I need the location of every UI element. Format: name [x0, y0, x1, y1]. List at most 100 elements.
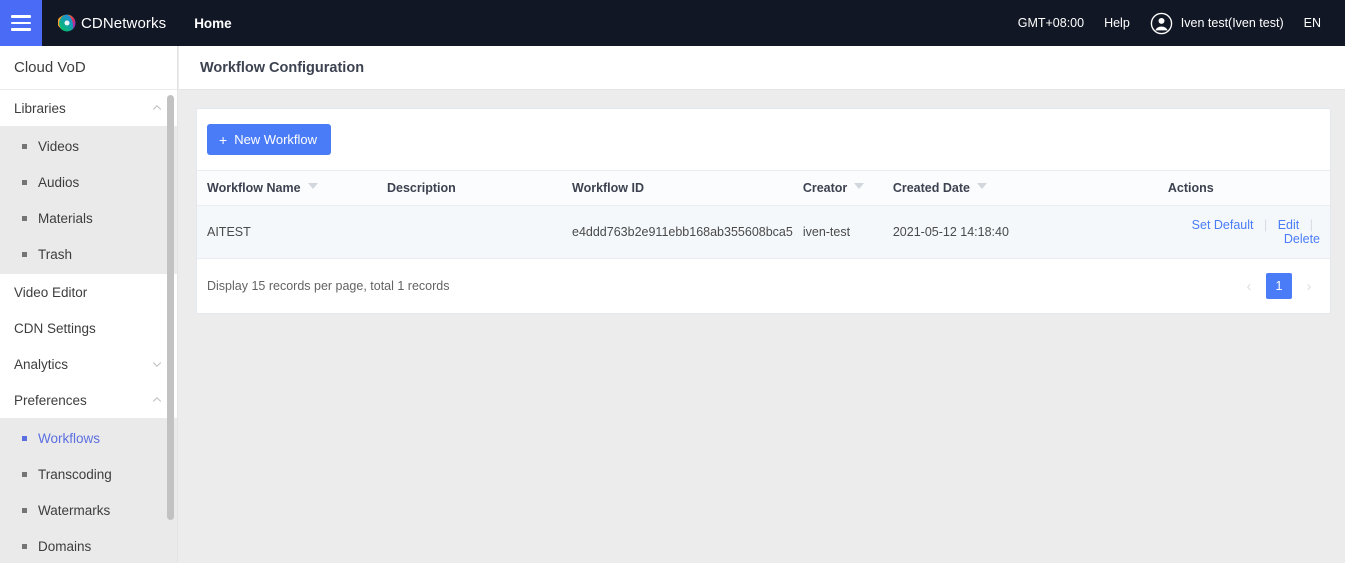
pagination: ‹ 1 › [1238, 273, 1320, 299]
sidebar-item-label: Audios [38, 174, 80, 190]
brand-name: CDNetworks [81, 14, 167, 32]
chevron-up-icon [152, 105, 162, 110]
column-label: Workflow ID [572, 181, 644, 195]
cell-creator: iven-test [792, 205, 883, 259]
user-account-menu[interactable]: Iven test(Iven test) [1140, 12, 1294, 35]
chevron-up-icon [152, 397, 162, 402]
card-footer: Display 15 records per page, total 1 rec… [197, 259, 1330, 313]
bullet-icon [22, 179, 27, 185]
sidebar-item-label: Videos [38, 138, 80, 154]
cell-created-date: 2021-05-12 14:18:40 [882, 205, 1158, 259]
sidebar-group-preferences[interactable]: Preferences [0, 382, 177, 418]
sidebar-item-workflows[interactable]: Workflows [0, 420, 177, 456]
sidebar-group-libraries[interactable]: Libraries [0, 90, 177, 126]
timezone-selector[interactable]: GMT+08:00 [1008, 16, 1094, 30]
sidebar-item-label: Workflows [38, 430, 101, 446]
new-workflow-button[interactable]: + New Workflow [207, 124, 332, 155]
bullet-icon [22, 507, 27, 513]
sidebar-item-materials[interactable]: Materials [0, 200, 177, 236]
app-root: CDNetworks Home GMT+08:00 Help Iven test… [0, 0, 1345, 563]
sidebar-item-label: Domains [38, 538, 92, 554]
sidebar-item-label: Materials [38, 210, 93, 226]
plus-icon: + [219, 131, 228, 148]
main-content: Workflow Configuration + New Workflow Wo… [179, 46, 1345, 563]
sidebar-item-videos[interactable]: Videos [0, 128, 177, 164]
sidebar-item-audios[interactable]: Audios [0, 164, 177, 200]
column-header-workflow-id: Workflow ID [562, 170, 793, 206]
action-separator: | [1263, 218, 1268, 232]
bullet-icon [22, 543, 27, 549]
sort-caret-icon[interactable] [854, 183, 865, 189]
column-label: Workflow Name [207, 181, 301, 195]
sidebar-menu: Libraries Videos Audios Materials Trash … [0, 90, 177, 563]
sidebar-submenu-preferences: Workflows Transcoding Watermarks Domains [0, 418, 177, 563]
brand-logo-link[interactable]: CDNetworks [58, 14, 166, 32]
page-number-button[interactable]: 1 [1266, 273, 1292, 299]
bullet-icon [22, 215, 27, 221]
sidebar-scrollbar[interactable] [167, 95, 174, 520]
sidebar-item-trash[interactable]: Trash [0, 236, 177, 272]
column-header-actions: Actions [1157, 170, 1330, 206]
sidebar-product-title: Cloud VoD [0, 46, 177, 90]
sidebar-group-label: Analytics [14, 356, 69, 372]
set-default-link[interactable]: Set Default [1192, 218, 1254, 232]
cell-actions: Set Default | Edit | Delete [1157, 205, 1330, 259]
table-header-row: Workflow Name Description Workflow ID Cr… [197, 170, 1330, 206]
page-header: Workflow Configuration [179, 46, 1345, 90]
sidebar-item-video-editor[interactable]: Video Editor [0, 274, 177, 310]
sidebar-item-cdn-settings[interactable]: CDN Settings [0, 310, 177, 346]
sidebar-item-domains[interactable]: Domains [0, 528, 177, 563]
column-header-created-date[interactable]: Created Date [882, 170, 1158, 206]
column-label: Created Date [892, 181, 970, 195]
topbar-right-group: GMT+08:00 Help Iven test(Iven test) EN [1008, 12, 1345, 35]
column-header-creator[interactable]: Creator [792, 170, 883, 206]
sidebar-submenu-libraries: Videos Audios Materials Trash [0, 126, 177, 274]
column-header-workflow-name[interactable]: Workflow Name [197, 170, 377, 206]
user-name-label: Iven test(Iven test) [1180, 16, 1284, 30]
column-header-description: Description [377, 170, 562, 206]
sidebar-group-label: Libraries [14, 100, 66, 116]
chevron-right-icon[interactable]: › [1298, 273, 1320, 299]
cell-workflow-name: AITEST [197, 205, 377, 259]
workflow-card: + New Workflow Workflow Name Description… [196, 108, 1331, 314]
sidebar-item-label: Watermarks [38, 502, 111, 518]
bullet-icon [22, 471, 27, 477]
action-separator: | [1309, 218, 1313, 232]
language-selector[interactable]: EN [1294, 16, 1331, 30]
sidebar-item-label: Transcoding [38, 466, 112, 482]
table-header: Workflow Name Description Workflow ID Cr… [197, 170, 1330, 206]
cell-workflow-id: e4ddd763b2e911ebb168ab355608bca5 [562, 205, 793, 259]
chevron-left-icon[interactable]: ‹ [1238, 273, 1260, 299]
help-link[interactable]: Help [1094, 16, 1140, 30]
sort-caret-icon[interactable] [307, 183, 318, 189]
column-label: Creator [802, 181, 848, 195]
delete-link[interactable]: Delete [1284, 232, 1320, 246]
sidebar-item-label: Trash [38, 246, 73, 262]
workflow-table: Workflow Name Description Workflow ID Cr… [197, 170, 1330, 259]
bullet-icon [22, 435, 27, 441]
sidebar: Cloud VoD Libraries Videos Audios Materi… [0, 46, 178, 563]
nav-item-home[interactable]: Home [194, 16, 232, 31]
column-label: Description [387, 181, 456, 195]
table-body: AITEST e4ddd763b2e911ebb168ab355608bca5 … [197, 205, 1330, 259]
sidebar-group-analytics[interactable]: Analytics [0, 346, 177, 382]
sort-caret-icon[interactable] [976, 183, 987, 189]
hamburger-menu-icon[interactable] [0, 0, 42, 46]
column-label: Actions [1167, 181, 1214, 195]
edit-link[interactable]: Edit [1278, 218, 1300, 232]
sidebar-item-transcoding[interactable]: Transcoding [0, 456, 177, 492]
new-workflow-label: New Workflow [234, 132, 318, 147]
cdnetworks-logo-icon [58, 14, 76, 32]
sidebar-item-watermarks[interactable]: Watermarks [0, 492, 177, 528]
chevron-down-icon [152, 362, 162, 367]
records-summary: Display 15 records per page, total 1 rec… [207, 279, 450, 293]
sidebar-group-label: Preferences [14, 392, 87, 408]
page-title: Workflow Configuration [200, 59, 365, 76]
top-navigation-bar: CDNetworks Home GMT+08:00 Help Iven test… [0, 0, 1345, 46]
bullet-icon [22, 143, 27, 149]
user-avatar-icon [1150, 12, 1173, 34]
table-row[interactable]: AITEST e4ddd763b2e911ebb168ab355608bca5 … [197, 205, 1330, 259]
card-toolbar: + New Workflow [197, 109, 1330, 170]
bullet-icon [22, 251, 27, 257]
cell-description [377, 205, 562, 259]
